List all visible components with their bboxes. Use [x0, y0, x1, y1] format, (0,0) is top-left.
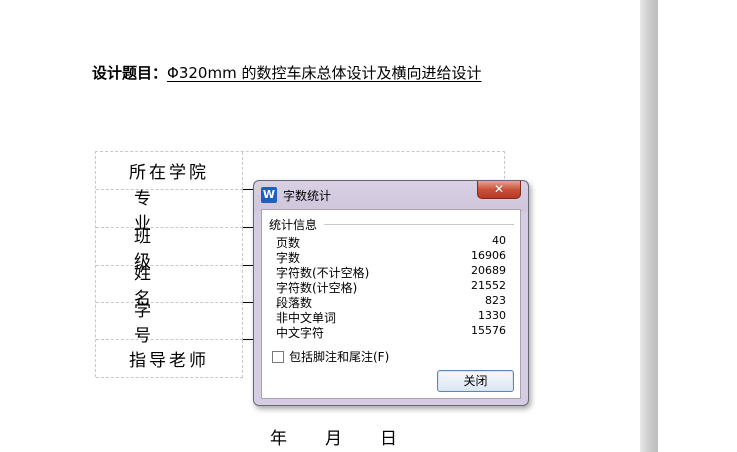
stat-value: 40 — [492, 234, 506, 247]
stat-row-pages: 页数 40 — [276, 234, 506, 250]
stat-row-chars-with-spaces: 字符数(计空格) 21552 — [276, 279, 506, 295]
date-year: 年 — [270, 429, 287, 449]
include-footnotes-label: 包括脚注和尾注(F) — [289, 350, 390, 364]
stat-value: 15576 — [471, 324, 506, 337]
close-button[interactable]: 关闭 — [437, 370, 514, 392]
include-footnotes-checkbox[interactable] — [272, 350, 284, 363]
stat-value: 823 — [485, 294, 506, 307]
date-day: 日 — [380, 429, 397, 449]
date-line: 年月日 — [270, 424, 435, 449]
stat-row-non-chinese-words: 非中文单词 1330 — [276, 309, 506, 325]
stat-value: 21552 — [471, 279, 506, 292]
dialog-body: 统计信息 页数 40 字数 16906 字符数(不计空格) 20689 字符数(… — [261, 209, 521, 399]
stat-row-words: 字数 16906 — [276, 249, 506, 265]
statistics-group-label: 统计信息 — [269, 216, 321, 233]
stat-row-chinese-chars: 中文字符 15576 — [276, 324, 506, 340]
dialog-titlebar[interactable]: W 字数统计 ✕ — [254, 181, 528, 209]
stat-row-chars-no-spaces: 字符数(不计空格) 20689 — [276, 264, 506, 280]
table-label-advisor: 指导老师 — [129, 351, 209, 371]
table-row: 学号 — [96, 300, 255, 346]
close-icon[interactable]: ✕ — [477, 181, 521, 199]
stat-value: 20689 — [471, 264, 506, 277]
stat-value: 1330 — [478, 309, 506, 322]
word-count-dialog: W 字数统计 ✕ 统计信息 页数 40 字数 16906 字符数(不计空格) 2… — [253, 180, 529, 406]
stat-row-paragraphs: 段落数 823 — [276, 294, 506, 310]
dialog-title: 字数统计 — [283, 189, 332, 203]
design-title-text: Φ320mm 的数控车床总体设计及横向进给设计 — [167, 64, 482, 82]
stat-value: 16906 — [471, 249, 506, 262]
table-row: 指导老师 — [96, 340, 243, 378]
date-month: 月 — [325, 429, 342, 449]
stat-label: 中文字符 — [276, 326, 325, 340]
page-edge-shadow — [640, 0, 658, 452]
wps-writer-icon: W — [261, 187, 277, 203]
group-divider — [324, 224, 514, 225]
table-label-student-id: 学号 — [134, 300, 189, 346]
include-footnotes-option[interactable]: 包括脚注和尾注(F) — [272, 348, 389, 365]
design-title-label: 设计题目： — [92, 64, 168, 82]
design-title: 设计题目：Φ320mm 的数控车床总体设计及横向进给设计 — [92, 62, 481, 83]
